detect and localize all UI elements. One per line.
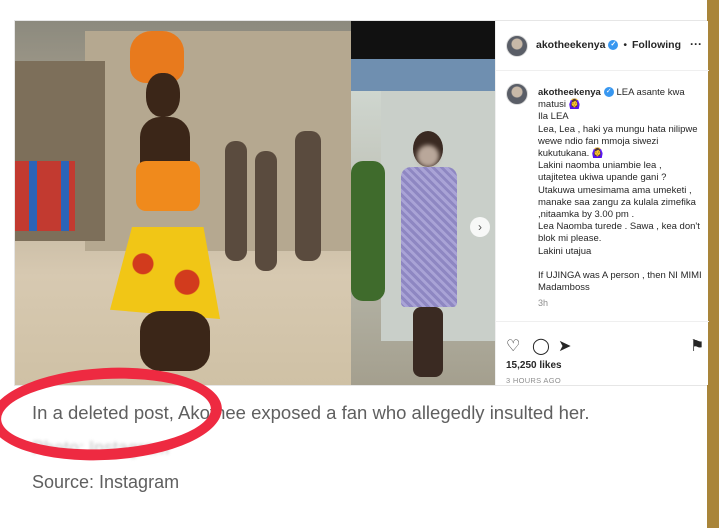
caption-time: 3h [538, 298, 549, 308]
background-child [225, 141, 247, 261]
username-text[interactable]: akotheekenya [536, 39, 605, 51]
bookmark-icon[interactable]: ⚑ [690, 336, 704, 356]
send-icon[interactable]: ➤ [558, 336, 571, 356]
post-actions: ♡ ◯ ➤ ⚑ 15,250 likes 3 HOURS AGO [496, 321, 709, 385]
post-header: akotheekenya ✓ • Following ··· [496, 21, 709, 71]
avatar[interactable] [506, 35, 528, 57]
blurred-fan-photo [393, 131, 463, 381]
likes-count[interactable]: 15,250 likes [506, 360, 562, 371]
post-username[interactable]: akotheekenya ✓ • Following [536, 39, 681, 51]
post-image-left [15, 21, 351, 385]
fan-legs [413, 307, 443, 377]
verified-badge-icon: ✓ [608, 40, 619, 51]
background-person [295, 131, 321, 261]
plants [351, 161, 385, 301]
article-card: › akotheekenya ✓ • Following ··· akotheek… [0, 0, 709, 528]
verified-badge-icon: ✓ [603, 87, 614, 98]
caption-body: Ila LEA Lea, Lea , haki ya mungu hata ni… [538, 111, 702, 294]
heart-icon[interactable]: ♡ [506, 336, 520, 356]
post-image-right [351, 21, 495, 385]
posing-woman [100, 31, 220, 371]
posted-time: 3 HOURS AGO [506, 376, 561, 385]
post-side-panel: akotheekenya ✓ • Following ··· akotheeken… [495, 21, 709, 385]
patterned-dress [401, 167, 457, 307]
orange-top [136, 161, 200, 211]
background-buckets [15, 161, 75, 231]
post-caption: akotheekenya ✓ LEA asante kwa matusi 🙆‍♀️… [538, 87, 704, 294]
face [146, 73, 180, 117]
dot-separator: • [623, 39, 628, 51]
blurred-face [417, 145, 439, 167]
caption-username[interactable]: akotheekenya [538, 87, 601, 98]
source-credit: Source: Instagram [32, 472, 180, 492]
background-child [255, 151, 277, 271]
carousel-next-button[interactable]: › [470, 217, 490, 237]
comment-icon[interactable]: ◯ [532, 336, 550, 356]
more-options-icon[interactable]: ··· [690, 37, 702, 51]
caption-avatar[interactable] [506, 83, 528, 105]
legs [140, 311, 210, 371]
following-button[interactable]: Following [632, 39, 681, 51]
instagram-post: › akotheekenya ✓ • Following ··· akotheek… [14, 20, 709, 386]
kitenge-skirt [110, 227, 220, 319]
